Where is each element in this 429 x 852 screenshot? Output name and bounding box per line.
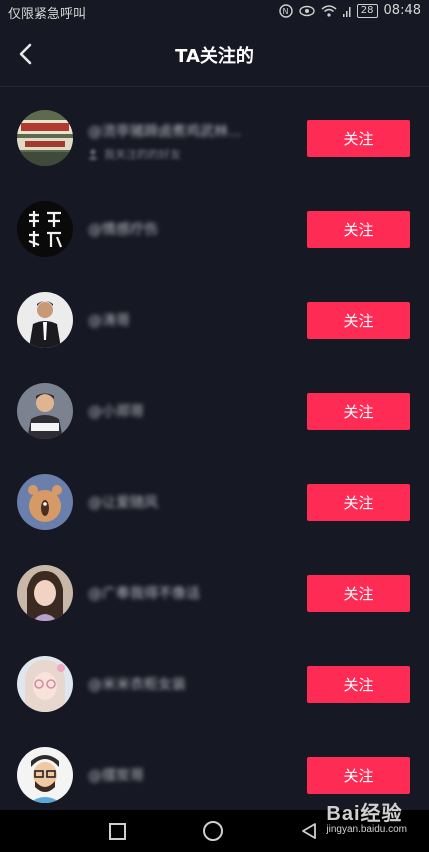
baidu-watermark: Bai经验 jingyan.baidu.com <box>326 797 407 835</box>
follow-button[interactable]: 关注 <box>307 302 410 339</box>
watermark-url: jingyan.baidu.com <box>326 824 407 835</box>
follow-button[interactable]: 关注 <box>307 120 410 157</box>
user-subtitle-text: 我关注的的好友 <box>104 148 181 161</box>
list-item[interactable]: @广奉我得不像话 关注 <box>0 547 429 638</box>
list-item[interactable]: @小郑哥 关注 <box>0 365 429 456</box>
user-subtitle: 我关注的的好友 <box>88 146 181 162</box>
eye-icon <box>299 5 315 16</box>
wifi-icon <box>321 4 337 17</box>
battery-icon: 28 <box>356 3 378 18</box>
avatar[interactable] <box>17 201 73 257</box>
user-name: @涛哥 <box>88 313 130 329</box>
avatar[interactable] <box>17 747 73 803</box>
list-item[interactable]: @米米衣柜女装 关注 <box>0 638 429 729</box>
list-item[interactable]: @涛哥 关注 <box>0 274 429 365</box>
user-name: @摆炭哥 <box>88 768 144 784</box>
status-bar: 仅限紧急呼叫 N 28 08:48 <box>0 0 429 22</box>
follow-button[interactable]: 关注 <box>307 211 410 248</box>
user-name: @让爱随风 <box>88 495 158 511</box>
user-name: @小郑哥 <box>88 404 144 420</box>
follow-button[interactable]: 关注 <box>307 393 410 430</box>
home-icon[interactable] <box>203 821 223 841</box>
follow-button[interactable]: 关注 <box>307 575 410 612</box>
following-list: @流亭猪蹄卤煮鸡武林... 我关注的的好友 关注 @情感疗伤 关注 @涛哥 关注… <box>0 92 429 820</box>
avatar[interactable] <box>17 110 73 166</box>
follow-button[interactable]: 关注 <box>307 666 410 703</box>
avatar[interactable] <box>17 292 73 348</box>
follow-button[interactable]: 关注 <box>307 757 410 794</box>
recents-icon[interactable] <box>109 823 126 840</box>
user-name: @广奉我得不像话 <box>88 586 200 602</box>
list-item[interactable]: @让爱随风 关注 <box>0 456 429 547</box>
list-item[interactable]: @流亭猪蹄卤煮鸡武林... 我关注的的好友 关注 <box>0 92 429 183</box>
avatar[interactable] <box>17 656 73 712</box>
user-name: @情感疗伤 <box>88 222 158 238</box>
status-time: 08:48 <box>383 3 421 18</box>
watermark-brand: Bai经验 <box>326 803 403 825</box>
list-item[interactable]: @情感疗伤 关注 <box>0 183 429 274</box>
signal-icon <box>342 6 351 17</box>
user-name: @流亭猪蹄卤煮鸡武林... <box>88 124 242 140</box>
carrier-text: 仅限紧急呼叫 <box>8 7 87 22</box>
svg-text:N: N <box>282 7 288 16</box>
nfc-icon: N <box>279 3 293 18</box>
friend-icon <box>88 149 98 159</box>
user-name: @米米衣柜女装 <box>88 677 186 693</box>
avatar[interactable] <box>17 474 73 530</box>
follow-button[interactable]: 关注 <box>307 484 410 521</box>
status-icons: N 28 08:48 <box>279 3 421 18</box>
nav-back-icon[interactable] <box>300 822 318 840</box>
avatar[interactable] <box>17 565 73 621</box>
page-header: TA关注的 <box>0 22 429 87</box>
avatar[interactable] <box>17 383 73 439</box>
page-title: TA关注的 <box>175 46 254 67</box>
